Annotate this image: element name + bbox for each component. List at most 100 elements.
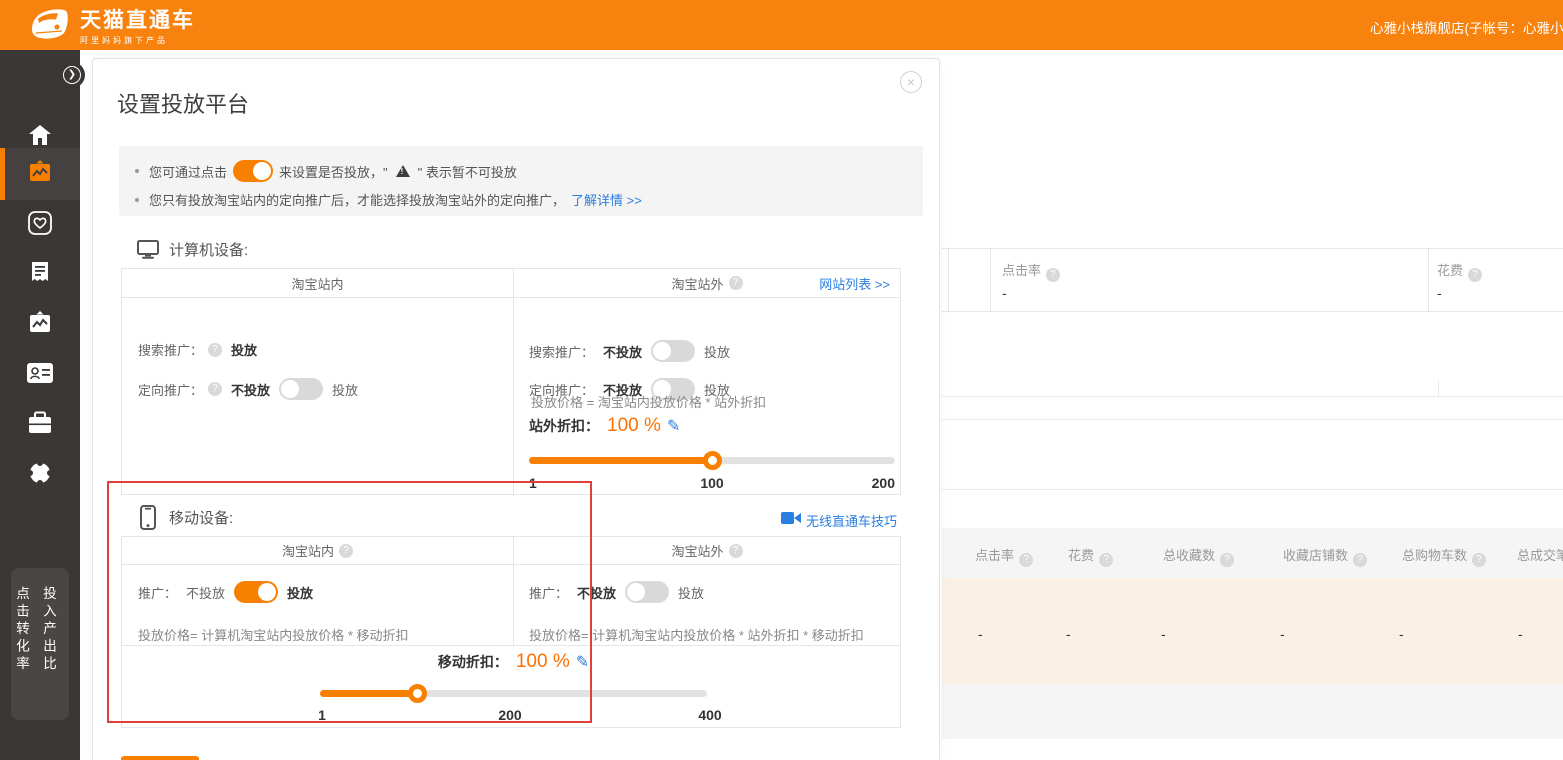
sidebar-item-tools[interactable] bbox=[0, 400, 80, 450]
table-cell: - bbox=[1518, 626, 1523, 642]
close-icon[interactable]: × bbox=[900, 71, 922, 93]
scale-start: 1 bbox=[318, 707, 326, 723]
computer-onsite-target-toggle[interactable] bbox=[279, 378, 323, 400]
stat-clickrate: 点击率? bbox=[1002, 260, 1060, 282]
sidebar-item-service[interactable] bbox=[0, 450, 80, 500]
chevron-right-icon: ❯ bbox=[63, 66, 81, 84]
state-off: 不投放 bbox=[577, 583, 616, 602]
state-alt: 投放 bbox=[704, 342, 730, 361]
mobile-offsite-promo-toggle[interactable] bbox=[625, 581, 669, 603]
heart-icon bbox=[27, 210, 53, 241]
computer-col-onsite-label: 淘宝站内 bbox=[291, 274, 343, 293]
modal-title: 设置投放平台 bbox=[117, 87, 249, 119]
sidebar-item-account[interactable] bbox=[0, 350, 80, 400]
state-on: 投放 bbox=[231, 340, 257, 359]
help-icon[interactable]: ? bbox=[1046, 268, 1060, 282]
table-row-highlighted bbox=[942, 578, 1563, 685]
help-icon[interactable]: ? bbox=[1353, 553, 1367, 567]
collapsed-metric-tabs[interactable]: 投入产出比 点击转化率 bbox=[11, 568, 69, 720]
offsite-discount-slider[interactable] bbox=[529, 450, 895, 470]
mobile-discount-value: 100 % bbox=[516, 651, 570, 673]
sidebar-item-campaign-active[interactable] bbox=[0, 148, 80, 200]
logo[interactable]: 天猫直通车 阿里妈妈旗下产品 bbox=[26, 5, 195, 50]
computer-offsite-search-toggle[interactable] bbox=[651, 340, 695, 362]
stat-cost: 花费? bbox=[1437, 260, 1482, 282]
state-off: 不投放 bbox=[231, 380, 270, 399]
modal-save-button[interactable] bbox=[121, 756, 199, 760]
tab-conversion-label[interactable]: 点击转化率 bbox=[11, 586, 31, 720]
slider-handle[interactable] bbox=[408, 684, 427, 703]
row-label: 搜索推广： bbox=[138, 340, 203, 359]
help-icon[interactable]: ? bbox=[729, 276, 743, 290]
example-toggle[interactable] bbox=[233, 160, 273, 182]
divider bbox=[942, 311, 1563, 312]
state-alt: 投放 bbox=[332, 380, 358, 399]
help-icon[interactable]: ? bbox=[208, 343, 222, 357]
stat-cost-value: - bbox=[1437, 285, 1442, 301]
tip1-end: " 表示暂不可投放 bbox=[418, 162, 517, 181]
divider bbox=[942, 489, 1563, 490]
help-icon[interactable]: ? bbox=[208, 382, 222, 396]
learn-more-link[interactable]: 了解详情 >> bbox=[571, 190, 642, 209]
col-header: 点击率? bbox=[975, 545, 1033, 567]
mobile-discount-label: 移动折扣： bbox=[438, 652, 508, 672]
divider bbox=[942, 248, 1563, 249]
mobile-discount-row: 移动折扣： 100 % ✎ bbox=[320, 651, 707, 673]
row-label: 定向推广： bbox=[138, 380, 203, 399]
offsite-discount-label: 站外折扣： bbox=[529, 416, 599, 436]
mobile-discount-slider[interactable] bbox=[320, 683, 707, 703]
help-icon[interactable]: ? bbox=[1220, 553, 1234, 567]
help-icon[interactable]: ? bbox=[1099, 553, 1113, 567]
divider bbox=[942, 419, 1563, 420]
help-icon[interactable]: ? bbox=[729, 544, 743, 558]
col-header: 总收藏数? bbox=[1163, 545, 1234, 567]
edit-pencil-icon[interactable]: ✎ bbox=[667, 416, 680, 436]
mobile-col-onsite: 淘宝站内? bbox=[122, 537, 513, 564]
sidebar: ❯ bbox=[0, 50, 80, 760]
col-header: 总购物车数? bbox=[1402, 545, 1486, 567]
mobile-section-title: 移动设备: bbox=[169, 507, 233, 528]
mobile-onsite-promo-toggle[interactable] bbox=[234, 581, 278, 603]
mobile-table-header: 淘宝站内? 淘宝站外? bbox=[122, 537, 900, 565]
mobile-offsite-promo-row: 推广： 不投放 投放 bbox=[529, 581, 704, 603]
table-cell: - bbox=[1066, 626, 1071, 642]
mobile-col-offsite: 淘宝站外? bbox=[513, 537, 900, 564]
edit-pencil-icon[interactable]: ✎ bbox=[576, 652, 589, 672]
sidebar-item-creative[interactable] bbox=[0, 300, 80, 350]
table-cell: - bbox=[1399, 626, 1404, 642]
help-icon[interactable]: ? bbox=[1472, 553, 1486, 567]
mobile-onsite-formula: 投放价格= 计算机淘宝站内投放价格 * 移动折扣 bbox=[138, 625, 409, 644]
tip1-mid: 来设置是否投放，" bbox=[279, 162, 388, 181]
computer-section-header: 计算机设备: bbox=[135, 239, 248, 260]
scale-mid: 200 bbox=[498, 707, 521, 723]
sidebar-expand-button[interactable]: ❯ bbox=[59, 62, 85, 88]
logo-subtitle: 阿里妈妈旗下产品 bbox=[80, 35, 195, 46]
help-icon[interactable]: ? bbox=[1019, 553, 1033, 567]
set-platform-modal: 设置投放平台 × 您可通过点击 来设置是否投放，" " 表示暂不可投放 您只有投… bbox=[92, 58, 940, 760]
computer-table-header: 淘宝站内 淘宝站外? 网站列表 >> bbox=[122, 269, 900, 298]
slider-handle[interactable] bbox=[703, 451, 722, 470]
row-label: 搜索推广： bbox=[529, 342, 594, 361]
receipt-icon bbox=[28, 260, 52, 291]
col-header: 收藏店铺数? bbox=[1283, 545, 1367, 567]
bullet-dot bbox=[135, 169, 139, 173]
wireless-tips-wrap: 无线直通车技巧 bbox=[781, 511, 897, 530]
wireless-tips-link[interactable]: 无线直通车技巧 bbox=[806, 511, 897, 530]
computer-col-offsite: 淘宝站外? 网站列表 >> bbox=[513, 269, 900, 297]
help-icon[interactable]: ? bbox=[1468, 268, 1482, 282]
sidebar-item-report[interactable] bbox=[0, 250, 80, 300]
stat-cost-label: 花费 bbox=[1437, 263, 1463, 278]
row-divider bbox=[122, 645, 900, 646]
account-name[interactable]: 心雅小栈旗舰店(子帐号：心雅小栈旗 bbox=[1370, 17, 1563, 37]
tab-roi-label[interactable]: 投入产出比 bbox=[38, 586, 58, 720]
computer-table: 淘宝站内 淘宝站外? 网站列表 >> 搜索推广：? 投放 定向推广：? 不投放 … bbox=[121, 268, 901, 495]
sidebar-item-favorites[interactable] bbox=[0, 200, 80, 250]
train-logo-icon bbox=[26, 5, 72, 50]
row-label: 推广： bbox=[138, 583, 177, 602]
stat-clickrate-value: - bbox=[1002, 285, 1007, 301]
website-list-link[interactable]: 网站列表 >> bbox=[819, 274, 890, 293]
table-cell: - bbox=[1161, 626, 1166, 642]
computer-section-title: 计算机设备: bbox=[169, 239, 248, 260]
help-icon[interactable]: ? bbox=[339, 544, 353, 558]
table-row-alt bbox=[942, 685, 1563, 739]
